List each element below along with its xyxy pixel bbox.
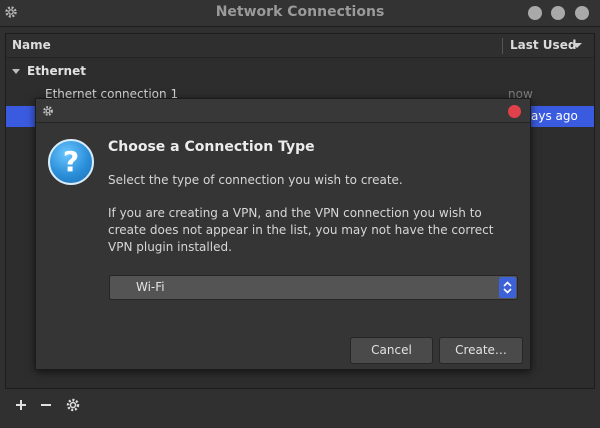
- dialog-vpn-note: If you are creating a VPN, and the VPN c…: [108, 206, 494, 254]
- dialog-title-bar[interactable]: [36, 99, 530, 123]
- dialog-description: Select the type of connection you wish t…: [108, 173, 403, 187]
- create-button[interactable]: Create…: [439, 337, 523, 364]
- connection-type-select[interactable]: Wi-Fi: [109, 275, 518, 300]
- choose-connection-type-dialog: ? Choose a Connection Type Select the ty…: [35, 98, 531, 370]
- cancel-button[interactable]: Cancel: [350, 337, 433, 364]
- sort-descending-icon: [572, 43, 582, 48]
- question-icon: ?: [48, 139, 94, 185]
- dialog-heading: Choose a Connection Type: [108, 139, 315, 155]
- selected-connection-type: Wi-Fi: [136, 280, 165, 294]
- combo-arrow-button[interactable]: [499, 277, 516, 298]
- gear-icon[interactable]: [65, 397, 81, 413]
- dialog-close-button[interactable]: [508, 105, 521, 118]
- group-row-ethernet[interactable]: Ethernet: [6, 62, 594, 82]
- column-separator: [502, 38, 503, 54]
- group-label: Ethernet: [27, 64, 86, 78]
- bottom-toolbar: [0, 392, 600, 420]
- minus-icon[interactable]: [38, 397, 54, 413]
- column-header-name[interactable]: Name: [12, 38, 51, 52]
- column-header-last-used[interactable]: Last Used: [510, 38, 576, 52]
- close-button[interactable]: [575, 6, 589, 20]
- list-header: Name Last Used: [6, 34, 594, 58]
- window-title: Network Connections: [215, 4, 385, 20]
- connection-last-used: ays ago: [531, 109, 578, 123]
- minimize-button[interactable]: [528, 6, 542, 20]
- title-bar[interactable]: Network Connections: [0, 0, 600, 27]
- maximize-button[interactable]: [551, 6, 565, 20]
- plus-icon[interactable]: [13, 397, 29, 413]
- gear-icon[interactable]: [42, 105, 54, 117]
- expander-icon[interactable]: [12, 69, 20, 74]
- chevron-up-down-icon: [503, 281, 512, 294]
